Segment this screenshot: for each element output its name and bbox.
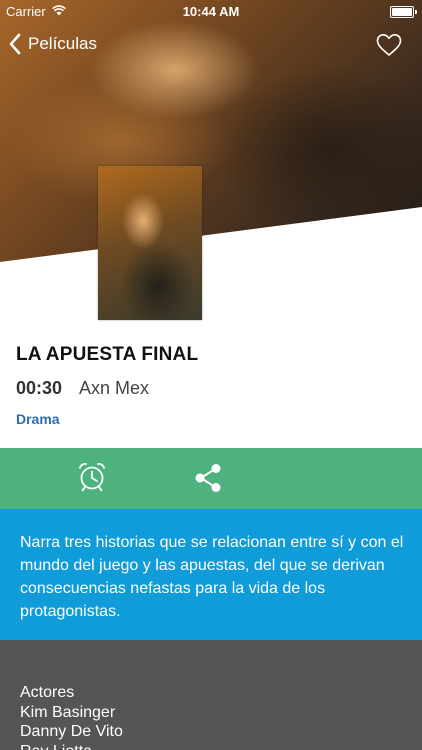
cast-heading: Actores — [20, 684, 75, 701]
battery-icon — [390, 6, 417, 18]
back-label: Películas — [28, 34, 97, 53]
cast-actor: Danny De Vito — [20, 723, 123, 740]
back-button[interactable]: Películas — [8, 30, 97, 58]
channel-name: Axn Mex — [79, 378, 150, 398]
clock: 10:44 AM — [182, 4, 240, 19]
cast-actor: Ray Liotta — [20, 742, 123, 750]
cast-actor: Kim Basinger — [20, 703, 116, 721]
movie-poster — [98, 166, 202, 320]
action-bar — [0, 448, 422, 509]
genre-link[interactable]: Drama — [16, 411, 60, 427]
status-bar: Carrier 10:44 AM — [0, 0, 422, 22]
synopsis-text: Narra tres historias que se relacionan e… — [20, 534, 404, 620]
movie-title: LA APUESTA FINAL — [16, 344, 199, 365]
alarm-clock-icon[interactable] — [77, 461, 107, 493]
heart-icon[interactable] — [376, 33, 402, 57]
share-icon[interactable] — [193, 462, 223, 494]
synopsis-panel: Narra tres historias que se relacionan e… — [0, 509, 422, 640]
chevron-left-icon — [9, 33, 21, 55]
cast-list: Actores Kim Basinger Danny De Vito Ray L… — [20, 683, 123, 750]
broadcast-time: 00:30 — [16, 378, 63, 398]
cast-panel: Actores Kim Basinger Danny De Vito Ray L… — [0, 640, 422, 750]
